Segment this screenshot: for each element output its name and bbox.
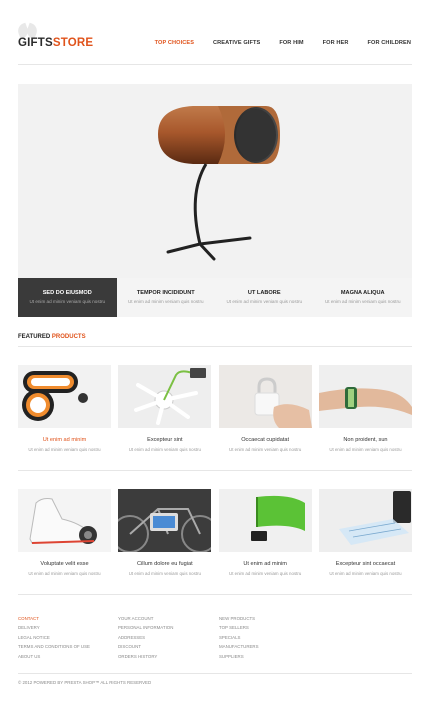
product-image[interactable] bbox=[18, 489, 111, 552]
store-logo[interactable]: GIFTSSTORE bbox=[18, 37, 93, 49]
footer-link-discount[interactable]: DISCOUNT bbox=[118, 644, 173, 653]
footer-link-delivery[interactable]: DELIVERY bbox=[18, 625, 90, 634]
product-card[interactable]: Ut enim ad minim Ut enim ad minim veniam… bbox=[218, 489, 312, 576]
hero-slide-tab[interactable]: UT LABORE Ut enim ad minim veniam quis n… bbox=[215, 278, 314, 317]
product-description: Ut enim ad minim veniam quis nostru bbox=[128, 447, 201, 452]
hero-speaker-image bbox=[158, 106, 280, 261]
footer-link-specials[interactable]: SPECIALS bbox=[219, 635, 259, 644]
phone-dock-icon bbox=[218, 489, 312, 552]
product-card[interactable]: Ut enim ad minim Ut enim ad minim veniam… bbox=[18, 365, 111, 452]
footer-link-legal-notice[interactable]: LEGAL NOTICE bbox=[18, 635, 90, 644]
product-image[interactable] bbox=[218, 489, 312, 552]
footer-link-personal-information[interactable]: PERSONAL INFORMATION bbox=[118, 625, 173, 634]
hero-slide-title: UT LABORE bbox=[247, 290, 281, 296]
nav-top-choices[interactable]: TOP CHOICES bbox=[155, 40, 194, 46]
footer-column-products: NEW PRODUCTS TOP SELLERS SPECIALS MANUFA… bbox=[219, 616, 259, 663]
hero-slide-subtitle: Ut enim ad minim veniam quis nostru bbox=[324, 299, 401, 304]
footer-link-manufacturers[interactable]: MANUFACTURERS bbox=[219, 644, 259, 653]
footer-link-your-account[interactable]: YOUR ACCOUNT bbox=[118, 616, 173, 625]
product-name[interactable]: Ut enim ad minim bbox=[219, 561, 312, 567]
product-description: Ut enim ad minim veniam quis nostru bbox=[229, 447, 302, 452]
product-card[interactable]: Occaecat cupidatat Ut enim ad minim veni… bbox=[218, 365, 312, 452]
product-description: Ut enim ad minim veniam quis nostru bbox=[28, 571, 101, 576]
hero-slide-tab[interactable]: TEMPOR INCIDIDUNT Ut enim ad minim venia… bbox=[116, 278, 215, 317]
product-description: Ut enim ad minim veniam quis nostru bbox=[329, 571, 402, 576]
product-description: Ut enim ad minim veniam quis nostru bbox=[28, 447, 101, 452]
projection-keyboard-icon bbox=[318, 489, 412, 552]
footer-link-terms[interactable]: TERMS AND CONDITIONS OF USE bbox=[18, 644, 90, 653]
speaker-shoe-icon bbox=[18, 489, 111, 552]
featured-products-heading: FEATURED PRODUCTS bbox=[18, 334, 86, 340]
copyright-text: © 2012 POWERED BY PRESTA SHOP™ ALL RIGHT… bbox=[18, 680, 152, 685]
footer-link-top-sellers[interactable]: TOP SELLERS bbox=[219, 625, 259, 634]
main-nav: TOP CHOICES CREATIVE GIFTS FOR HIM FOR H… bbox=[136, 40, 411, 46]
product-card[interactable]: Voluptate velit esse Ut enim ad minim ve… bbox=[18, 489, 111, 576]
footer-link-new-products[interactable]: NEW PRODUCTS bbox=[219, 616, 259, 625]
nav-for-him[interactable]: FOR HIM bbox=[279, 40, 303, 46]
product-grid-row-1: Ut enim ad minim Ut enim ad minim veniam… bbox=[18, 365, 412, 452]
featured-divider bbox=[18, 346, 412, 347]
featured-title-part2: PRODUCTS bbox=[51, 334, 86, 340]
usb-hub-icon bbox=[118, 365, 212, 428]
hero-slide-title: TEMPOR INCIDIDUNT bbox=[136, 290, 195, 296]
product-image[interactable] bbox=[318, 489, 412, 552]
usb-bracelet-icon bbox=[318, 365, 412, 428]
product-name[interactable]: Non proident, sun bbox=[319, 437, 412, 443]
header-divider bbox=[18, 64, 412, 65]
product-description: Ut enim ad minim veniam quis nostru bbox=[128, 571, 201, 576]
grid-row-divider bbox=[18, 594, 412, 595]
footer-column-info: CONTACT DELIVERY LEGAL NOTICE TERMS AND … bbox=[18, 616, 90, 663]
hero-slide-tabs: SED DO EIUSMOD Ut enim ad minim veniam q… bbox=[18, 278, 412, 317]
product-image[interactable] bbox=[18, 365, 111, 428]
footer-link-about-us[interactable]: ABOUT US bbox=[18, 654, 90, 663]
bike-dock-icon bbox=[118, 489, 212, 552]
hero-slide-tab[interactable]: SED DO EIUSMOD Ut enim ad minim veniam q… bbox=[18, 278, 117, 317]
product-grid-row-2: Voluptate velit esse Ut enim ad minim ve… bbox=[18, 489, 412, 576]
product-name[interactable]: Cillum dolore eu fugiat bbox=[118, 561, 211, 567]
product-image[interactable] bbox=[218, 365, 312, 428]
hero-slide-title: MAGNA ALIQUA bbox=[340, 290, 385, 296]
product-name[interactable]: Excepteur sint bbox=[118, 437, 211, 443]
product-image[interactable] bbox=[118, 489, 212, 552]
product-card[interactable]: Cillum dolore eu fugiat Ut enim ad minim… bbox=[118, 489, 212, 576]
hero-slider[interactable]: SED DO EIUSMOD Ut enim ad minim veniam q… bbox=[18, 84, 412, 317]
nav-for-children[interactable]: FOR CHILDREN bbox=[368, 40, 411, 46]
hero-slide-tab[interactable]: MAGNA ALIQUA Ut enim ad minim veniam qui… bbox=[313, 278, 412, 317]
featured-title-part1: FEATURED bbox=[18, 334, 51, 340]
nav-creative-gifts[interactable]: CREATIVE GIFTS bbox=[213, 40, 260, 46]
product-name[interactable]: Ut enim ad minim bbox=[18, 437, 111, 443]
hero-slide-subtitle: Ut enim ad minim veniam quis nostru bbox=[127, 299, 204, 304]
footer-link-orders-history[interactable]: ORDERS HISTORY bbox=[118, 654, 173, 663]
product-description: Ut enim ad minim veniam quis nostru bbox=[229, 571, 302, 576]
logo-text-store: STORE bbox=[52, 37, 94, 49]
product-name[interactable]: Excepteur sint occaecat bbox=[319, 561, 412, 567]
figure-eight-speaker-icon bbox=[18, 365, 111, 428]
footer-column-account: YOUR ACCOUNT PERSONAL INFORMATION ADDRES… bbox=[118, 616, 173, 663]
usb-lock-icon bbox=[218, 365, 312, 428]
product-image[interactable] bbox=[318, 365, 412, 428]
product-description: Ut enim ad minim veniam quis nostru bbox=[329, 447, 402, 452]
product-name[interactable]: Voluptate velit esse bbox=[18, 561, 111, 567]
footer-divider bbox=[18, 673, 412, 674]
nav-for-her[interactable]: FOR HER bbox=[323, 40, 349, 46]
logo-leaf-icon bbox=[15, 22, 40, 40]
footer-link-contact[interactable]: CONTACT bbox=[18, 616, 90, 625]
product-card[interactable]: Non proident, sun Ut enim ad minim venia… bbox=[318, 365, 412, 452]
product-card[interactable]: Excepteur sint Ut enim ad minim veniam q… bbox=[118, 365, 212, 452]
product-card[interactable]: Excepteur sint occaecat Ut enim ad minim… bbox=[318, 489, 412, 576]
product-name[interactable]: Occaecat cupidatat bbox=[219, 437, 312, 443]
footer-link-addresses[interactable]: ADDRESSES bbox=[118, 635, 173, 644]
product-image[interactable] bbox=[118, 365, 212, 428]
hero-slide-subtitle: Ut enim ad minim veniam quis nostru bbox=[29, 299, 106, 304]
hero-slide-title: SED DO EIUSMOD bbox=[42, 290, 92, 296]
footer-link-suppliers[interactable]: SUPPLIERS bbox=[219, 654, 259, 663]
logo-text-gifts: GIFTS bbox=[18, 37, 53, 49]
grid-row-divider bbox=[18, 470, 412, 471]
hero-slide-subtitle: Ut enim ad minim veniam quis nostru bbox=[226, 299, 303, 304]
